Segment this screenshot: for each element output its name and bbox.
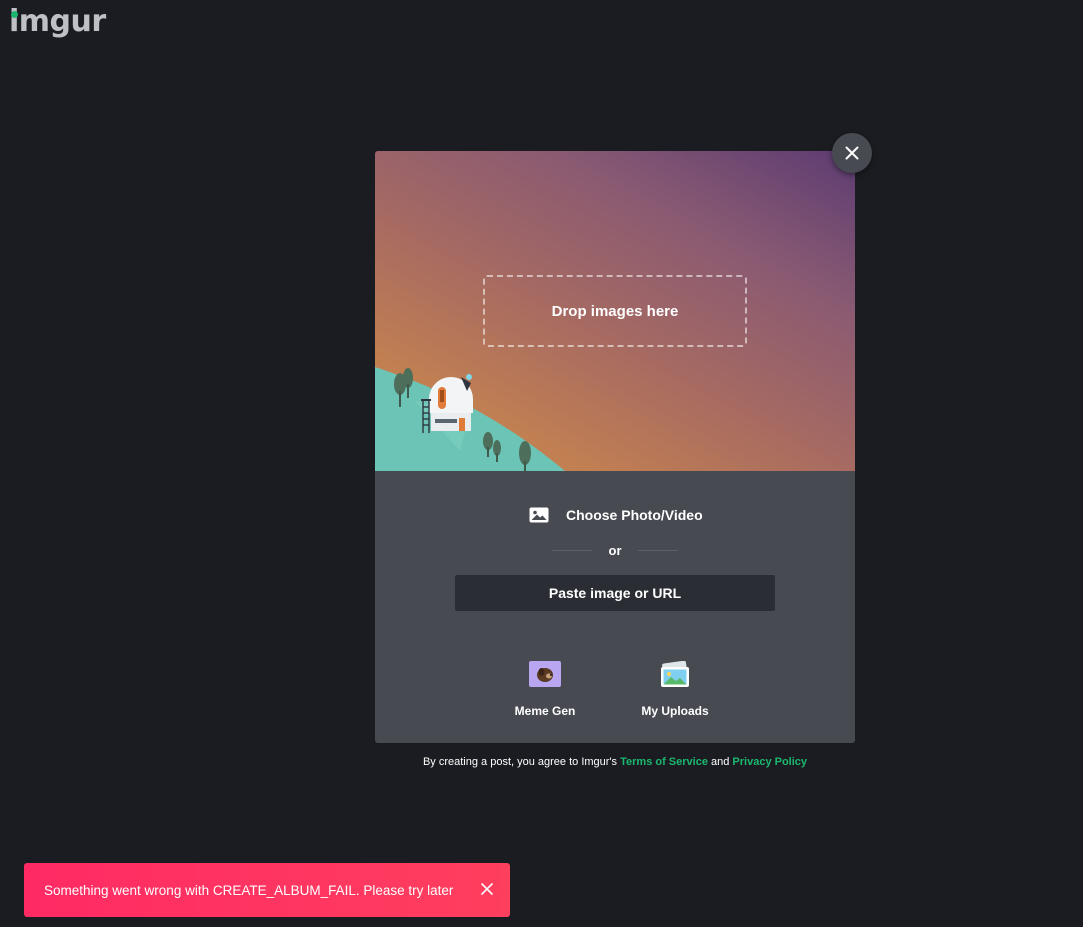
meme-gen-label: Meme Gen [514,704,576,718]
photos-stack-icon [661,661,689,687]
image-icon [529,507,549,523]
upload-modal: Drop images here Choose Photo/Video or P… [375,151,855,743]
close-modal-button[interactable] [832,133,872,173]
drop-area[interactable]: Drop images here [375,151,855,471]
or-label: or [608,542,622,558]
logo-dot-icon [11,11,18,18]
or-divider: or [552,542,678,558]
error-toast: Something went wrong with CREATE_ALBUM_F… [24,863,510,917]
my-uploads-button[interactable]: My Uploads [625,661,725,721]
paste-image-url-button[interactable]: Paste image or URL [455,575,775,611]
drop-zone[interactable]: Drop images here [483,275,747,347]
my-uploads-label: My Uploads [641,704,709,718]
close-icon [845,146,859,160]
choose-photo-video-button[interactable]: Choose Photo/Video [529,504,703,526]
terms-prefix: By creating a post, you agree to Imgur's [422,756,621,768]
close-icon[interactable] [480,882,494,896]
privacy-policy-link[interactable]: Privacy Policy [732,756,807,768]
divider-line [638,549,678,551]
choose-photo-video-label: Choose Photo/Video [566,507,703,523]
meme-dog-icon [529,661,561,687]
divider-line [552,549,592,551]
terms-notice: By creating a post, you agree to Imgur's… [375,756,855,768]
toast-message: Something went wrong with CREATE_ALBUM_F… [44,882,454,898]
upload-options: Choose Photo/Video or Paste image or URL… [375,471,855,743]
terms-joiner: and [707,756,733,768]
terms-of-service-link[interactable]: Terms of Service [620,756,708,768]
imgur-logo[interactable]: imgur [9,4,106,40]
meme-gen-button[interactable]: Meme Gen [495,661,595,721]
logo-wordmark: imgur [9,4,106,39]
